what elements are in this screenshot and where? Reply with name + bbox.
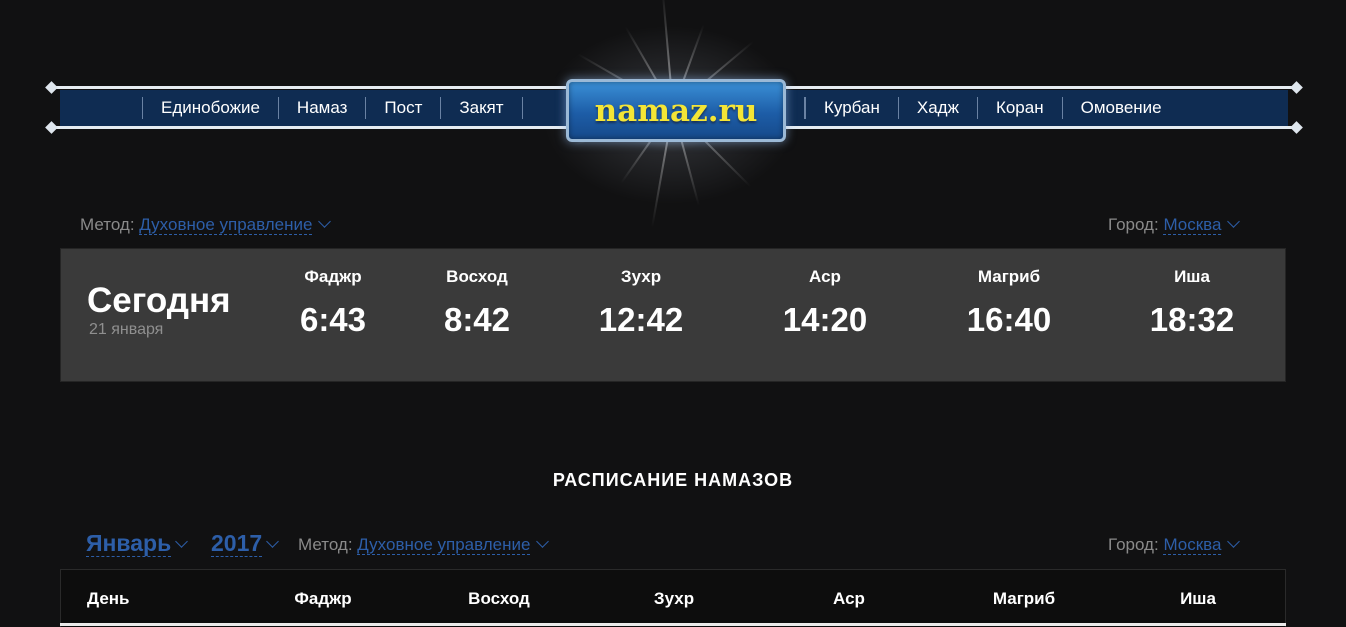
- city-label: Город:: [1108, 215, 1159, 234]
- column-header-maghrib: Магриб: [992, 589, 1056, 608]
- nav-item-zakyat[interactable]: Закят: [440, 97, 521, 119]
- prayer-time: 8:42: [443, 301, 511, 338]
- table-divider: [60, 623, 1286, 626]
- nav-item-koran[interactable]: Коран: [976, 97, 1062, 119]
- nav-item-namaz[interactable]: Намаз: [277, 97, 365, 119]
- site-logo[interactable]: namaz.ru: [566, 79, 786, 142]
- nav-item-post[interactable]: Пост: [365, 97, 440, 119]
- column-header-sunrise: Восход: [468, 589, 530, 608]
- prayer-name: Иша: [1174, 267, 1210, 286]
- nav-divider: [521, 97, 523, 119]
- prayer-time: 16:40: [966, 301, 1052, 338]
- today-date: 21 января: [89, 321, 164, 338]
- prayer-name: Фаджр: [304, 267, 362, 286]
- chevron-down-icon[interactable]: [318, 215, 332, 228]
- method-dropdown[interactable]: Духовное управление: [139, 215, 313, 235]
- year-selector: 2017: [211, 530, 280, 557]
- schedule-table-header: День Фаджр Восход Зухр Аср Магриб Иша: [60, 569, 1286, 627]
- nav-item-edinobozhie[interactable]: Единобожие: [142, 97, 278, 119]
- month-dropdown[interactable]: Январь: [86, 530, 172, 557]
- city-selector: Город: Москва: [1108, 215, 1241, 235]
- chevron-down-icon[interactable]: [175, 535, 189, 548]
- prayer-name: Восход: [446, 267, 508, 286]
- nav-item-hadzh[interactable]: Хадж: [897, 97, 977, 119]
- chevron-down-icon[interactable]: [536, 535, 550, 548]
- prayer-zuhr: Зухр 12:42: [571, 267, 711, 339]
- nav-group-right: Курбан Хадж Коран Омовение: [804, 90, 1180, 126]
- method-label: Метод:: [298, 535, 353, 554]
- prayer-isha: Иша 18:32: [1122, 267, 1262, 339]
- nav-item-kurban[interactable]: Курбан: [805, 97, 898, 119]
- nav-group-left: Единобожие Намаз Пост Закят: [142, 90, 523, 126]
- year-dropdown[interactable]: 2017: [211, 530, 263, 557]
- prayer-name: Аср: [809, 267, 841, 286]
- prayer-name: Зухр: [620, 267, 662, 286]
- city-dropdown[interactable]: Москва: [1163, 215, 1222, 235]
- method-label: Метод:: [80, 215, 135, 234]
- prayer-fajr: Фаджр 6:43: [263, 267, 403, 339]
- prayer-maghrib: Магриб 16:40: [939, 267, 1079, 339]
- column-header-day: День: [87, 589, 130, 608]
- today-panel: Сегодня 21 января Фаджр 6:43 Восход 8:42…: [60, 248, 1286, 382]
- month-selector: Январь: [86, 530, 189, 557]
- chevron-down-icon[interactable]: [1227, 535, 1241, 548]
- prayer-asr: Аср 14:20: [755, 267, 895, 339]
- prayer-name: Магриб: [977, 267, 1041, 286]
- prayer-time: 6:43: [299, 301, 367, 338]
- city-label: Город:: [1108, 535, 1159, 554]
- chevron-down-icon[interactable]: [266, 535, 280, 548]
- column-header-zuhr: Зухр: [653, 589, 695, 608]
- method-dropdown[interactable]: Духовное управление: [357, 535, 531, 555]
- chevron-down-icon[interactable]: [1227, 215, 1241, 228]
- nav-item-omovenie[interactable]: Омовение: [1061, 97, 1180, 119]
- schedule-method-selector: Метод: Духовное управление: [298, 535, 550, 555]
- today-title: Сегодня: [87, 281, 231, 320]
- prayer-time: 18:32: [1149, 301, 1235, 338]
- city-dropdown[interactable]: Москва: [1163, 535, 1222, 555]
- column-header-isha: Иша: [1180, 589, 1216, 608]
- prayer-time: 14:20: [782, 301, 868, 338]
- schedule-title: РАСПИСАНИЕ НАМАЗОВ: [552, 470, 794, 490]
- column-header-fajr: Фаджр: [294, 589, 352, 608]
- method-selector: Метод: Духовное управление: [80, 215, 332, 235]
- column-header-asr: Аср: [833, 589, 865, 608]
- prayer-sunrise: Восход 8:42: [407, 267, 547, 339]
- schedule-city-selector: Город: Москва: [1108, 535, 1241, 555]
- prayer-time: 12:42: [598, 301, 684, 338]
